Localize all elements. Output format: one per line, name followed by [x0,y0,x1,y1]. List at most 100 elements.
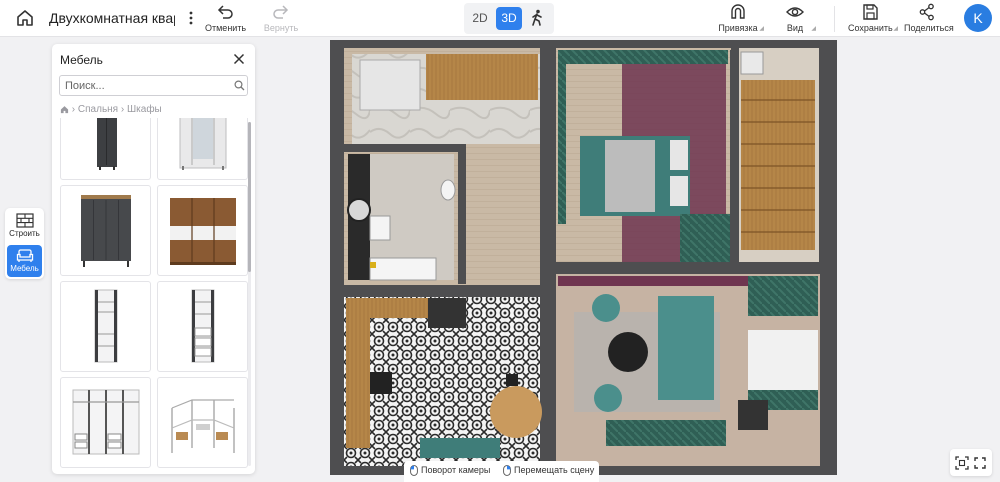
bedroom-curtains [558,50,728,64]
furniture-item[interactable] [157,118,248,180]
armchair [592,294,620,322]
undo-button[interactable]: Отменить [205,2,247,33]
oak-sliding-wardrobe-thumbnail [170,198,236,265]
bathroom-mirror [347,198,371,222]
avatar[interactable]: K [964,4,992,32]
save-button[interactable]: Сохранить ◢ [848,2,898,33]
share-label: Поделиться [904,23,954,33]
kitchen-bench [420,438,500,458]
mouse-right-button-icon [503,465,511,476]
furniture-item[interactable] [60,185,151,276]
stove [370,372,392,394]
dropdown-corner-icon: ◢ [759,26,764,32]
bed-blanket [605,140,655,212]
bathroom-sink [369,215,391,241]
view-mode-switch: 2D 3D [464,3,554,34]
sofa [658,296,714,400]
breadcrumb-item[interactable]: Шкафы [127,104,162,115]
kitchen-counter [346,298,370,448]
project-title[interactable]: Двухкомнатная квар [49,10,175,26]
view-button[interactable]: Вид ◢ [780,2,816,33]
breadcrumb-separator: › [71,104,76,115]
build-button[interactable]: Строить [7,210,42,242]
furniture-panel: Мебель › Спальня › Шкафы [52,44,255,474]
bedroom-curtain-left [558,64,566,224]
mode-3d-button[interactable]: 3D [496,7,522,30]
mouse-left-button-icon [410,465,418,476]
wide-open-wardrobe-system-thumbnail [72,389,140,455]
fit-to-screen-icon[interactable] [955,456,969,470]
armchair [594,384,622,412]
eye-icon [786,7,804,17]
rack-with-drawers-thumbnail [191,289,215,363]
furniture-item[interactable] [60,281,151,372]
furniture-item[interactable] [157,185,248,276]
fridge [428,298,466,328]
fullscreen-icon[interactable] [973,456,987,470]
wall [330,285,556,297]
more-menu-icon[interactable] [186,8,196,28]
entry-wardrobe [426,54,538,100]
breadcrumb-item[interactable]: Спальня [78,104,118,115]
undo-icon [217,5,233,19]
home-small-icon[interactable] [60,105,69,114]
furniture-label: Мебель [10,264,39,273]
magnet-icon [731,4,745,19]
search-input[interactable] [59,75,248,96]
search-icon [234,80,245,91]
mode-2d-button[interactable]: 2D [467,7,493,30]
bedroom-curtain-lower [680,214,730,262]
top-bar: Двухкомнатная квар Отменить Вернуть 2D 3… [0,0,1000,37]
mode-rail: Строить Мебель [5,208,44,279]
furniture-item[interactable] [157,281,248,372]
furniture-item[interactable] [157,377,248,468]
tub-faucet [370,262,376,268]
redo-icon [273,5,289,19]
snap-button[interactable]: Привязка ◢ [718,2,764,33]
snap-label: Привязка [718,23,758,33]
brick-wall-icon [15,213,34,228]
close-icon[interactable] [233,53,245,65]
move-scene-label: Перемещать сцену [514,465,595,475]
walk-in-shelving [741,80,815,250]
wire-shelving-system-thumbnail [171,399,235,453]
dark-grey-wardrobe-thumbnail [81,195,131,267]
floor-plan-3d-view[interactable] [330,40,837,475]
bathtub [369,257,437,281]
dropdown-corner-icon: ◢ [811,26,816,32]
entry-cabinet [359,59,421,111]
dark-narrow-wardrobe-thumbnail [97,118,117,170]
desk-chair [738,400,768,430]
move-scene-hint: Перемещать сцену [503,465,594,476]
wall [556,262,837,274]
panel-title: Мебель [60,53,103,67]
share-button[interactable]: Поделиться [904,2,954,33]
living-window-blinds [748,330,818,390]
furniture-item[interactable] [60,118,151,180]
undo-label: Отменить [205,23,247,33]
mouse-hints-bar: Поворот камеры Перемещать сцену [404,461,599,482]
wall [344,144,464,152]
living-curtain-top [748,276,818,316]
dining-table [490,386,542,438]
redo-button[interactable]: Вернуть [261,2,301,33]
white-wardrobe-with-mirror-thumbnail [179,118,227,170]
rotate-camera-label: Поворот камеры [421,465,491,475]
toilet [440,179,456,201]
build-label: Строить [9,229,40,238]
walk-mode-icon[interactable] [527,8,547,28]
wall [730,50,739,262]
view-controls [950,449,992,476]
home-icon[interactable] [15,8,35,28]
furniture-item[interactable] [60,377,151,468]
wall [540,40,556,290]
open-shelf-rack-thumbnail [94,289,118,363]
toolbar-divider [834,6,835,32]
wall [540,288,556,475]
panel-scrollbar-thumb[interactable] [248,122,251,272]
furniture-button[interactable]: Мебель [7,245,42,277]
view-label: Вид [786,23,804,33]
pillow [670,176,688,206]
rotate-camera-hint: Поворот камеры [410,465,490,476]
dropdown-corner-icon: ◢ [893,26,898,32]
